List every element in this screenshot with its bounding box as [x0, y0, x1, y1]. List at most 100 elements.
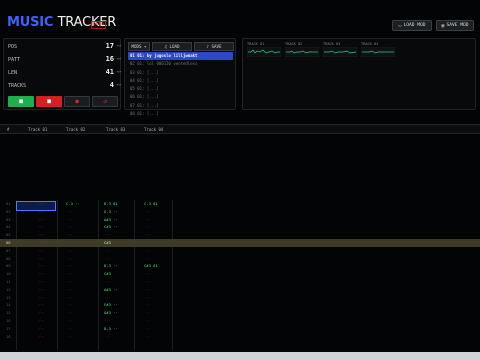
- pattern-cell[interactable]: ···: [38, 334, 45, 339]
- load-mod-button[interactable]: ▭ LOAD MOD: [392, 20, 432, 31]
- pattern-row[interactable]: 11 ··· ··· ··· ···: [0, 278, 480, 286]
- stepper-icon[interactable]: ◂▸: [116, 69, 122, 75]
- pattern-row[interactable]: 09 ··· ··· D-3 ·· C#3 01: [0, 262, 480, 270]
- pattern-cell[interactable]: G#3 ··: [104, 310, 118, 315]
- pattern-cell[interactable]: ···: [66, 217, 73, 222]
- pattern-cell[interactable]: ···: [66, 279, 73, 284]
- pattern-cell[interactable]: ···: [38, 248, 45, 253]
- pattern-cell[interactable]: ···: [66, 263, 73, 268]
- pattern-cell[interactable]: ···: [66, 287, 73, 292]
- pattern-cell[interactable]: A#3 ··: [104, 217, 118, 222]
- pattern-cell[interactable]: ···: [144, 326, 151, 331]
- pattern-cell[interactable]: ···: [66, 271, 73, 276]
- pattern-cell[interactable]: ···: [66, 302, 73, 307]
- pattern-col-track-4[interactable]: Track 04: [144, 127, 163, 132]
- pattern-cell[interactable]: ···: [144, 248, 151, 253]
- pattern-cell[interactable]: C-3 ··: [66, 201, 80, 206]
- pattern-cell[interactable]: ···: [144, 240, 151, 245]
- pattern-cell[interactable]: ···: [144, 217, 151, 222]
- pattern-cell[interactable]: ···: [144, 224, 151, 229]
- pattern-row[interactable]: 04 ··· ··· C#3 ·· ···: [0, 223, 480, 231]
- pattern-cell[interactable]: ···: [66, 310, 73, 315]
- pattern-cell[interactable]: C#3: [104, 271, 111, 276]
- pattern-cell[interactable]: ···: [104, 295, 111, 300]
- pattern-cell[interactable]: ···: [144, 256, 151, 261]
- pattern-cell[interactable]: ···: [66, 232, 73, 237]
- pattern-cell[interactable]: ···: [104, 256, 111, 261]
- pattern-cell[interactable]: ···: [38, 232, 45, 237]
- pattern-cell[interactable]: ···: [66, 318, 73, 323]
- stop-button[interactable]: ■: [36, 96, 62, 107]
- pattern-cell[interactable]: ···: [38, 240, 45, 245]
- pattern-row[interactable]: 12 ··· ··· A#3 ·· ···: [0, 286, 480, 294]
- pattern-col-track-1[interactable]: Track 01: [28, 127, 47, 132]
- pattern-cell[interactable]: ···: [104, 232, 111, 237]
- pattern-cell[interactable]: ···: [66, 256, 73, 261]
- pattern-row[interactable]: 18 ··· ··· ··· ···: [0, 333, 480, 341]
- pattern-cell[interactable]: ···: [38, 279, 45, 284]
- song-list-item[interactable]: 04 01: [...]: [128, 77, 233, 85]
- stepper-icon[interactable]: ◂▸: [116, 43, 122, 49]
- pattern-cell[interactable]: ···: [38, 271, 45, 276]
- pattern-cell[interactable]: ···: [144, 209, 151, 214]
- song-list-item[interactable]: 02 01: lol 000120 ventedless: [128, 60, 233, 68]
- pattern-row[interactable]: 02 ··· ··· G-3 ·· ···: [0, 208, 480, 216]
- stepper-icon[interactable]: ◂▸: [116, 56, 122, 62]
- pattern-cell[interactable]: ···: [66, 224, 73, 229]
- mods-dropdown[interactable]: MODS ▾: [128, 42, 150, 51]
- pattern-cell[interactable]: ···: [38, 256, 45, 261]
- pattern-cell[interactable]: ···: [38, 318, 45, 323]
- pattern-cell[interactable]: G-3 ··: [104, 209, 118, 214]
- pattern-row[interactable]: 16 ··· ··· ··· ···: [0, 317, 480, 325]
- pattern-cell[interactable]: ···: [66, 248, 73, 253]
- pattern-cell[interactable]: C#3: [104, 240, 111, 245]
- pattern-cell[interactable]: ···: [66, 326, 73, 331]
- pattern-col-track-2[interactable]: Track 02: [66, 127, 85, 132]
- pattern-row[interactable]: 05 ··· ··· ··· ···: [0, 231, 480, 239]
- song-list-item[interactable]: 08 01: [...]: [128, 110, 233, 118]
- pattern-row[interactable]: 10 ··· ··· C#3 ···: [0, 270, 480, 278]
- pattern-cell[interactable]: D-3 01: [104, 201, 118, 206]
- pattern-cell[interactable]: C-3 01: [144, 201, 158, 206]
- pattern-cell[interactable]: ···: [38, 310, 45, 315]
- pattern-cell[interactable]: ···: [104, 248, 111, 253]
- pattern-row[interactable]: 08 ··· ··· ··· ···: [0, 255, 480, 263]
- pattern-cell[interactable]: A#3 ··: [104, 287, 118, 292]
- song-load-button[interactable]: ♫ LOAD: [152, 42, 192, 51]
- pattern-row[interactable]: 07 ··· ··· ··· ···: [0, 247, 480, 255]
- record-button[interactable]: ●: [64, 96, 90, 107]
- pattern-cell[interactable]: ···: [38, 326, 45, 331]
- song-save-button[interactable]: ♪ SAVE: [194, 42, 234, 51]
- pattern-cell[interactable]: C#3 01: [144, 263, 158, 268]
- pattern-row[interactable]: 17 ··· ··· D-3 ·· ···: [0, 325, 480, 333]
- pattern-cell[interactable]: ···: [104, 334, 111, 339]
- pattern-row[interactable]: 14 ··· ··· F#3 ·· ···: [0, 301, 480, 309]
- pattern-col-track-3[interactable]: Track 03: [106, 127, 125, 132]
- stepper-icon[interactable]: ◂▸: [116, 82, 122, 88]
- save-mod-button[interactable]: ▣ SAVE MOD: [436, 20, 474, 31]
- pattern-cell[interactable]: ···: [38, 224, 45, 229]
- song-list-item[interactable]: 06 01: [...]: [128, 93, 233, 101]
- pattern-cell[interactable]: ···: [144, 318, 151, 323]
- pattern-cell[interactable]: ···: [144, 232, 151, 237]
- pattern-cell[interactable]: C#3 ··: [104, 224, 118, 229]
- pattern-row[interactable]: 15 ··· ··· G#3 ·· ···: [0, 309, 480, 317]
- pattern-grid[interactable]: 01 ··· C-3 ·· D-3 01 C-3 01 02 ··· ··· G-3 ·· ···…: [0, 200, 480, 350]
- pattern-cell[interactable]: ···: [66, 295, 73, 300]
- pattern-cell[interactable]: ···: [38, 295, 45, 300]
- pattern-cell[interactable]: ···: [144, 310, 151, 315]
- pattern-cell[interactable]: ···: [38, 302, 45, 307]
- pattern-cell[interactable]: ···: [144, 295, 151, 300]
- pattern-cell[interactable]: ···: [38, 263, 45, 268]
- pattern-cell[interactable]: ···: [144, 302, 151, 307]
- pattern-row[interactable]: 13 ··· ··· ··· ···: [0, 294, 480, 302]
- pattern-cell[interactable]: F#3 ··: [104, 302, 118, 307]
- pattern-cell[interactable]: ···: [144, 271, 151, 276]
- pattern-row[interactable]: 06 ··· ··· C#3 ···: [0, 239, 480, 247]
- pattern-cell[interactable]: ···: [66, 209, 73, 214]
- song-list-item[interactable]: 01 01: by jugoslo lilljwmakt: [128, 52, 233, 61]
- pattern-cell[interactable]: ···: [144, 287, 151, 292]
- song-list-item[interactable]: 03 01: [...]: [128, 69, 233, 77]
- pattern-cell[interactable]: ···: [38, 217, 45, 222]
- pattern-row[interactable]: 01 ··· C-3 ·· D-3 01 C-3 01: [0, 200, 480, 208]
